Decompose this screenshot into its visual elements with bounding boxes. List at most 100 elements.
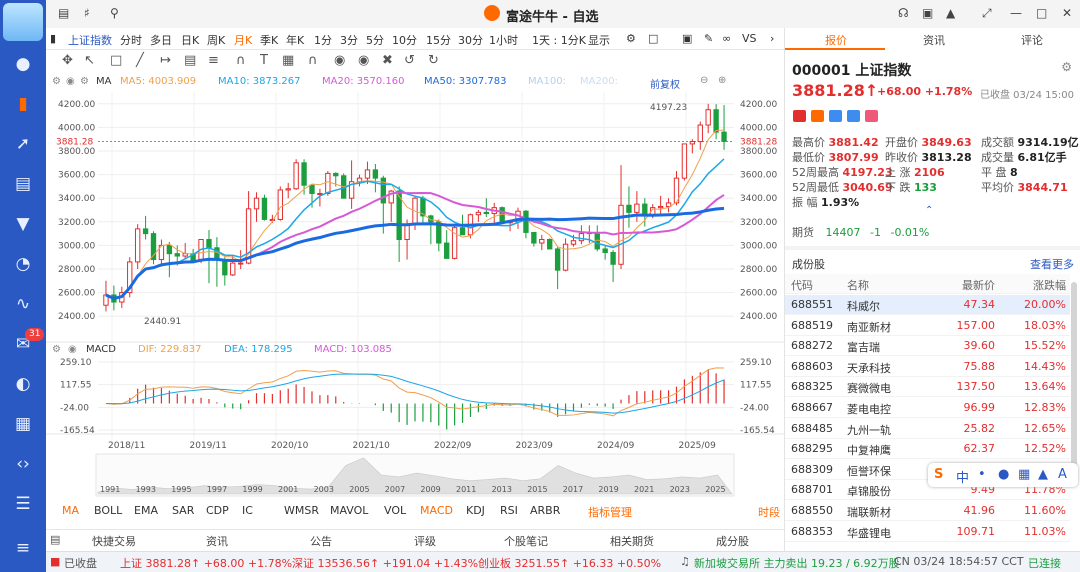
minimize-icon[interactable]: — [1010,6,1022,20]
ind-wmsr[interactable]: WMSR [284,504,319,517]
expand-chevron-icon[interactable]: ⌃ [925,205,933,216]
ind-cdp[interactable]: CDP [206,504,229,517]
zoom-in-icon[interactable]: ⊕ [718,75,726,86]
period-3min[interactable]: 3分 [340,32,358,48]
period-1min[interactable]: 1分 [314,32,332,48]
scrollbar[interactable] [1071,282,1077,472]
ind-arbr[interactable]: ARBR [530,504,560,517]
checkbox-icon[interactable]: □ [648,32,658,45]
sz-index-ticker[interactable]: 深证 13536.56↑ +191.04 +1.43% [292,555,478,571]
portfolio-icon[interactable]: ▤ [11,172,35,196]
period-5min[interactable]: 5分 [366,32,384,48]
trend-icon[interactable]: ➚ [11,132,35,156]
panel-settings-icon[interactable]: ⚙ [1061,60,1072,74]
vs-button[interactable]: VS [742,32,757,45]
undo-icon[interactable]: ↺ [404,53,415,68]
table-row[interactable]: 688550 瑞联新材 41.96 11.60% [785,501,1070,521]
eye-icon[interactable]: ◉ [358,53,369,68]
search-icon[interactable]: ⚲ [110,6,119,20]
alert-icon[interactable] [847,110,860,122]
tab-quick-trade[interactable]: 快捷交易 [92,533,136,549]
favorite-icon[interactable] [865,110,878,122]
ime-toolbar[interactable]: S 中 • ● ▦ ▲ A [928,463,1078,487]
line-tool-icon[interactable]: ╱ [136,53,144,68]
tab-quote[interactable]: 报价 [825,32,847,48]
table-row[interactable]: 688353 华盛锂电 109.71 11.03% [785,522,1070,542]
zoom-out-icon[interactable]: ⊖ [700,75,708,86]
user-icon[interactable]: ● [11,52,35,76]
ma-eye-icon[interactable]: ◉ [66,76,75,87]
menu-icon[interactable]: ≡ [11,536,35,560]
ray-tool-icon[interactable]: ↦ [160,53,171,68]
ind-manage[interactable]: 指标管理 [588,504,632,520]
tab-comments[interactable]: 评论 [1021,32,1043,48]
pen-icon[interactable]: ✎ [704,32,713,45]
ime-logo-icon[interactable]: S [934,467,943,482]
tab-rating[interactable]: 评级 [414,533,436,549]
news-icon[interactable]: ◐ [11,372,35,396]
game-icon[interactable]: ▦ [11,412,35,436]
period-day[interactable]: 日K [181,32,199,48]
period-15min[interactable]: 15分 [426,32,451,48]
document-icon[interactable]: ☰ [11,492,35,516]
layout-icon[interactable]: ▤ [58,6,69,20]
ind-kdj[interactable]: KDJ [466,504,485,517]
display-dropdown[interactable]: 显示 [588,32,610,48]
magnet-icon[interactable]: ∩ [308,53,318,68]
period-quarter[interactable]: 季K [260,32,278,48]
futures-row[interactable]: 期货 14407 -1 -0.01% [792,224,929,240]
sh-index-ticker[interactable]: 上证 3881.28↑ +68.00 +1.78% [120,555,292,571]
ind-ic[interactable]: IC [242,504,253,517]
settings-icon[interactable]: ⚙ [626,32,636,45]
select-box-icon[interactable]: □ [110,53,122,68]
tab-right-news[interactable]: 资讯 [923,32,945,48]
index-name[interactable]: 上证指数 [68,32,112,48]
shirt-icon[interactable]: ▲ [946,6,955,20]
sgx-ticker[interactable]: 新加坡交易所 主力卖出 19.23 / 6.92万股 [694,555,900,571]
view-more-link[interactable]: 查看更多 [1030,256,1074,272]
table-row[interactable]: 688272 富吉瑞 39.60 15.52% [785,336,1070,357]
tab-news[interactable]: 资讯 [206,533,228,549]
period-week[interactable]: 周K [207,32,225,48]
ind-macd[interactable]: MACD [420,504,453,517]
tab-notes[interactable]: 个股笔记 [504,533,548,549]
period-fenshi[interactable]: 分时 [120,32,142,48]
macd-eye-icon[interactable]: ◉ [68,344,77,355]
table-row[interactable]: 688485 九州一轨 25.82 12.65% [785,419,1070,439]
ind-rsi[interactable]: RSI [500,504,518,517]
period-range-dropdown[interactable]: 1天 : 1分K [532,32,586,48]
tab-announcements[interactable]: 公告 [310,533,332,549]
table-row[interactable]: 688667 菱电电控 96.99 12.83% [785,398,1070,418]
text-tool-icon[interactable]: T [260,53,268,68]
macd-gear-icon[interactable]: ⚙ [52,344,61,355]
keyboard-icon[interactable]: ▦ [1018,467,1030,482]
fq-dropdown[interactable]: 前复权 [650,76,680,91]
cy-index-ticker[interactable]: 创业板 3251.55↑ +16.33 +0.50% [478,555,661,571]
ind-session[interactable]: 时段 [758,504,780,520]
ind-ema[interactable]: EMA [134,504,158,517]
lock-icon[interactable]: ◉ [334,53,345,68]
share-icon[interactable] [829,110,842,122]
redo-icon[interactable]: ↻ [428,53,439,68]
code-icon[interactable]: ‹› [11,452,35,476]
speaker-icon[interactable]: ♫ [680,555,690,568]
collapse-icon[interactable]: ⤢ [982,6,992,21]
mic-icon[interactable]: ● [998,467,1009,482]
period-year[interactable]: 年K [286,32,304,48]
ma-label[interactable]: MA [96,76,111,87]
chart-svg[interactable]: 4200.00 4200.00 4000.00 4000.00 3800.00 3800.… [46,72,784,502]
app-logo[interactable] [3,3,43,41]
period-month[interactable]: 月K [234,32,252,48]
pattern-tool-icon[interactable]: ∩ [236,53,246,68]
ind-ma[interactable]: MA [62,504,79,517]
camera-icon[interactable]: ▣ [682,32,692,45]
maximize-icon[interactable]: □ [1036,6,1047,20]
table-row[interactable]: 688325 赛微微电 137.50 13.64% [785,377,1070,398]
bell-icon[interactable]: ♯ [84,6,90,20]
tab-futures[interactable]: 相关期货 [610,533,654,549]
measure-tool-icon[interactable]: ▦ [282,53,294,68]
ma-gear-icon[interactable]: ⚙ [52,76,61,87]
channel-tool-icon[interactable]: ▤ [184,53,196,68]
table-row[interactable]: 688551 科威尔 47.34 20.00% [785,295,1070,315]
close-icon[interactable]: ✕ [1062,6,1072,20]
